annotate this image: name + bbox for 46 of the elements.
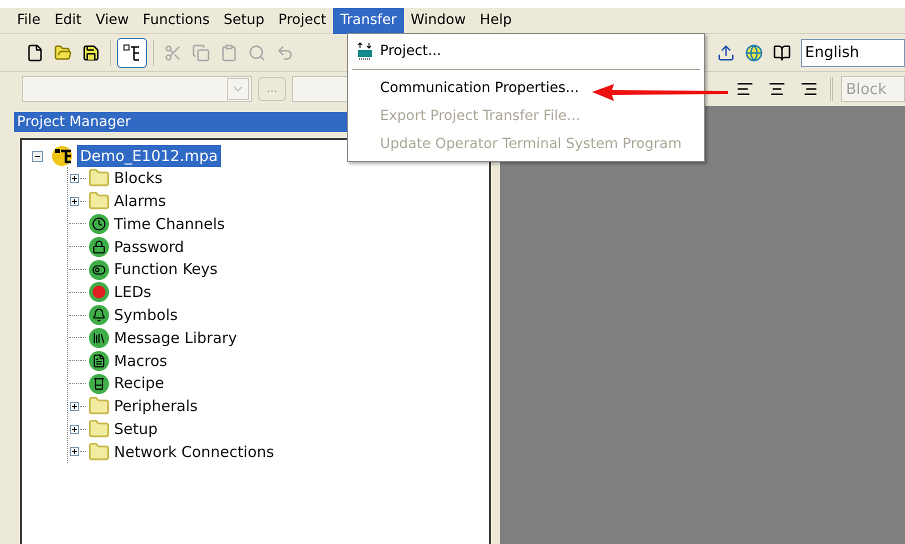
tree-item[interactable]: Macros [112,350,170,372]
menu-item[interactable]: Edit [47,8,89,34]
tree-item[interactable]: Network Connections [112,440,276,464]
tree-item[interactable]: Message Library [112,326,239,350]
menu-entry[interactable]: Project... [380,40,442,62]
menu-item[interactable]: Window [404,8,473,34]
menu-item[interactable]: Help [472,8,519,34]
folder-icon [88,190,110,212]
menu-item[interactable]: Functions [136,8,217,34]
expand-toggle[interactable] [70,196,78,206]
leds-icon [89,282,109,302]
tree-view-icon [123,44,141,62]
expand-toggle[interactable] [70,402,78,411]
tree-item[interactable]: Function Keys [112,258,220,281]
tree-item[interactable]: Setup [112,418,160,440]
folder-icon [88,440,110,463]
folder-icon [88,167,110,190]
tree-item[interactable]: LEDs [112,281,154,304]
tree-view-button[interactable] [117,38,147,68]
expand-toggle[interactable] [70,447,78,456]
tree-item[interactable]: Symbols [112,304,180,326]
folder-icon [88,418,110,440]
document-icon [89,350,109,371]
menu-item[interactable]: Project [271,8,334,34]
tree-root-item[interactable]: Demo_E1012.mpa [77,144,221,168]
tree-item[interactable]: Recipe [112,372,166,395]
expand-toggle[interactable] [70,174,78,183]
project-icon [51,145,75,167]
tree-item[interactable]: Peripherals [112,395,200,418]
collapse-toggle[interactable] [32,150,43,162]
language-field[interactable]: English [801,38,905,66]
menu-item[interactable]: View [88,8,136,34]
toggle-icon [89,260,109,280]
menu-item[interactable]: File [10,8,48,34]
expand-toggle[interactable] [70,424,78,434]
bell-icon [89,305,109,326]
tree-item[interactable]: Time Channels [112,212,227,236]
tree-item[interactable]: Blocks [112,167,164,190]
padlock-icon [89,236,109,257]
tree-item[interactable]: Password [112,236,186,258]
menu-entry[interactable]: Communication Properties... [380,78,579,98]
menu-item[interactable]: Setup [216,8,272,34]
folder-icon [88,395,110,418]
menu-item[interactable]: Transfer [333,8,404,34]
tree-item[interactable]: Alarms [112,190,168,212]
clock-icon [89,214,109,234]
